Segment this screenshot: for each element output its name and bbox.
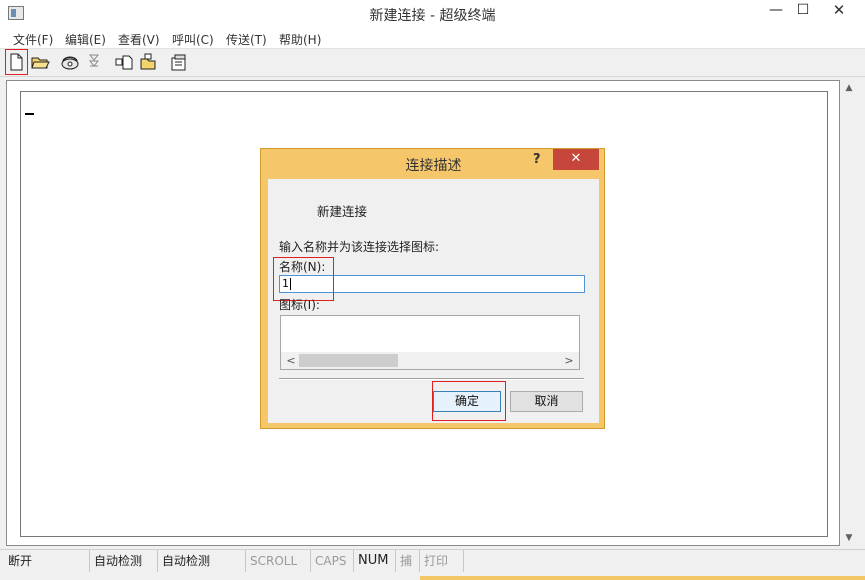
help-icon[interactable]: ? (533, 152, 541, 167)
status-detect-1: 自动检测 (90, 550, 158, 572)
taskbar-edge (420, 576, 865, 580)
maximize-button[interactable]: ☐ (790, 0, 816, 22)
menu-edit[interactable]: 编辑(E) (65, 31, 106, 48)
minimize-button[interactable]: — (762, 0, 790, 22)
menu-bar: 文件(F) 编辑(E) 查看(V) 呼叫(C) 传送(T) 帮助(H) (0, 28, 865, 49)
toolbar (0, 49, 865, 77)
menu-help[interactable]: 帮助(H) (279, 31, 321, 48)
status-print: 打印 (420, 550, 464, 572)
scroll-thumb[interactable] (299, 354, 398, 367)
dialog-separator (279, 378, 584, 380)
dialog-close-button[interactable]: ✕ (553, 149, 599, 170)
menu-call[interactable]: 呼叫(C) (172, 31, 214, 48)
close-button[interactable]: ✕ (816, 0, 862, 22)
icon-list-scrollbar[interactable]: < > (281, 352, 579, 369)
title-bar: 新建连接 - 超级终端 — ☐ ✕ (0, 0, 865, 28)
cancel-button[interactable]: 取消 (510, 391, 583, 412)
status-connection: 断开 (4, 550, 90, 572)
status-caps: CAPS (311, 550, 354, 572)
open-folder-icon[interactable] (30, 52, 50, 72)
hyperterminal-window: 新建连接 - 超级终端 — ☐ ✕ 文件(F) 编辑(E) 查看(V) 呼叫(C… (0, 0, 865, 580)
window-title: 新建连接 - 超级终端 (369, 8, 496, 24)
phone-hangup-icon[interactable] (84, 52, 104, 72)
connection-description-dialog: 连接描述 ? ✕ 新建连接 输入名称并为该连接选择图标: 名称(N): 1 图标… (260, 148, 605, 429)
scroll-left-icon[interactable]: < (283, 352, 299, 369)
status-num: NUM (354, 550, 396, 572)
phone-dial-icon[interactable] (60, 52, 80, 72)
status-bar: 断开 自动检测 自动检测 SCROLL CAPS NUM 捕 打印 (0, 549, 865, 572)
scroll-down-icon[interactable]: ▼ (840, 530, 858, 546)
new-file-icon[interactable] (5, 49, 28, 75)
dialog-prompt: 输入名称并为该连接选择图标: (279, 240, 440, 254)
vertical-scrollbar[interactable]: ▲ ▼ (840, 80, 858, 546)
menu-transfer[interactable]: 传送(T) (226, 31, 267, 48)
icon-label: 图标(I): (279, 298, 320, 312)
dialog-heading: 新建连接 (317, 204, 368, 219)
receive-file-icon[interactable] (138, 52, 158, 72)
status-capture: 捕 (396, 550, 420, 572)
terminal-cursor (25, 113, 34, 115)
scroll-up-icon[interactable]: ▲ (840, 80, 858, 96)
send-file-icon[interactable] (114, 52, 134, 72)
menu-file[interactable]: 文件(F) (13, 31, 53, 48)
scroll-right-icon[interactable]: > (561, 352, 577, 369)
ok-button-highlight (432, 381, 506, 421)
icon-list[interactable]: < > (280, 315, 580, 370)
name-field-highlight (273, 257, 334, 301)
menu-view[interactable]: 查看(V) (118, 31, 160, 48)
properties-icon[interactable] (169, 52, 189, 72)
status-detect-2: 自动检测 (158, 550, 246, 572)
status-scroll: SCROLL (246, 550, 311, 572)
